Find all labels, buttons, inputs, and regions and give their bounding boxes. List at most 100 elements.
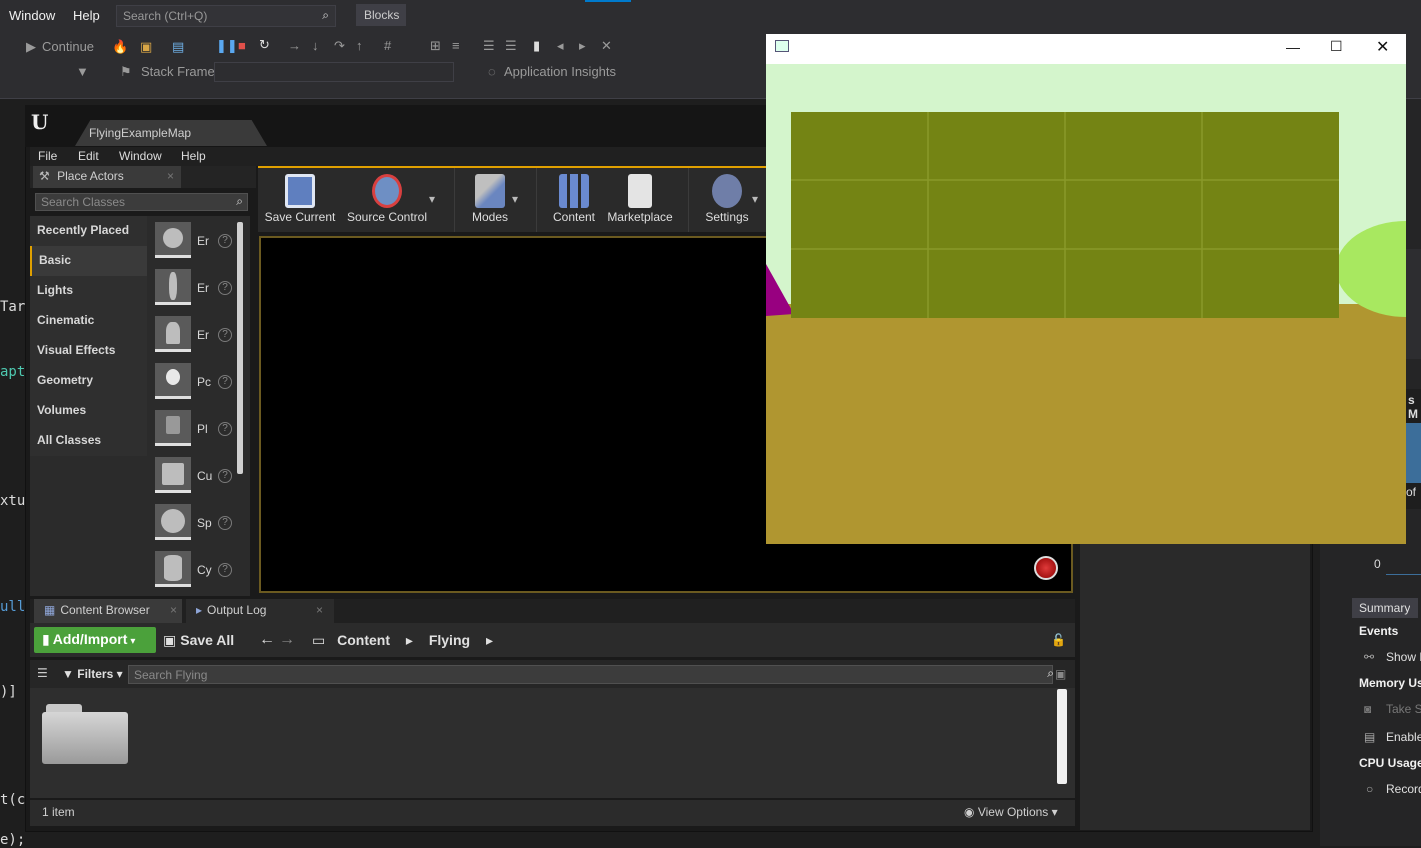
pause-icon[interactable]: ❚❚ xyxy=(216,38,238,54)
category-basic[interactable]: Basic xyxy=(30,246,147,276)
minimize-button[interactable]: — xyxy=(1286,39,1300,55)
help-icon[interactable]: ? xyxy=(218,375,232,389)
prev-bookmark-icon[interactable]: ◂ xyxy=(557,38,564,54)
actor-item[interactable]: Cu? xyxy=(153,455,235,499)
clear-bookmarks-icon[interactable]: ✕ xyxy=(601,38,612,54)
category-cinematic[interactable]: Cinematic xyxy=(30,306,147,336)
folder-icon[interactable]: ▣ xyxy=(140,39,152,55)
restart-icon[interactable]: ↻ xyxy=(259,37,270,53)
content-button[interactable]: Content xyxy=(548,170,600,232)
game-canvas[interactable] xyxy=(766,64,1406,544)
save-all-button[interactable]: ▣ Save All xyxy=(163,632,234,649)
step-out-icon[interactable]: ↑ xyxy=(356,38,363,53)
menu-window[interactable]: Window xyxy=(9,8,55,23)
chevron-down-icon[interactable]: ▾ xyxy=(429,192,435,206)
lock-icon[interactable]: 🔓 xyxy=(1051,633,1066,647)
tab-output-log[interactable]: ▸ Output Log × xyxy=(186,599,334,623)
add-import-button[interactable]: ▮ Add/Import ▾ xyxy=(34,627,156,653)
show-next-icon[interactable]: → xyxy=(288,38,301,53)
app-insights-button[interactable]: Application Insights xyxy=(504,64,616,79)
category-lights[interactable]: Lights xyxy=(30,276,147,306)
show-events-link[interactable]: Show E xyxy=(1386,650,1421,664)
help-icon[interactable]: ? xyxy=(218,281,232,295)
category-visual-effects[interactable]: Visual Effects xyxy=(30,336,147,366)
marketplace-button[interactable]: Marketplace xyxy=(606,170,674,232)
vs-search-input[interactable]: Search (Ctrl+Q) ⌕ xyxy=(116,5,336,27)
tab-place-actors[interactable]: ⚒ Place Actors × xyxy=(33,166,181,188)
menu-edit[interactable]: Edit xyxy=(78,149,99,163)
map-tab[interactable]: FlyingExampleMap xyxy=(75,120,267,146)
close-icon[interactable]: × xyxy=(167,169,174,183)
asset-scrollbar[interactable] xyxy=(1057,689,1067,784)
step-over-icon[interactable]: ↷ xyxy=(334,38,345,54)
forward-arrow-icon[interactable]: → xyxy=(279,631,295,649)
enable-heap-button[interactable]: Enable xyxy=(1386,730,1421,744)
help-icon[interactable]: ? xyxy=(218,422,232,436)
source-control-button[interactable]: Source Control xyxy=(344,170,430,232)
close-icon[interactable]: × xyxy=(170,603,177,617)
help-icon[interactable]: ? xyxy=(218,469,232,483)
menu-window[interactable]: Window xyxy=(119,149,162,163)
record-profile-button[interactable]: Record xyxy=(1386,782,1421,796)
help-icon[interactable]: ? xyxy=(218,328,232,342)
asset-search-input[interactable]: Search Flying ⌕ xyxy=(128,665,1054,684)
actor-item[interactable]: Cy? xyxy=(153,549,235,593)
outdent-icon[interactable]: ☰ xyxy=(505,38,517,54)
stack-icon[interactable]: ≡ xyxy=(452,38,460,53)
settings-button[interactable]: Settings xyxy=(698,170,756,232)
actor-item[interactable]: Er? xyxy=(153,267,235,311)
record-icon[interactable] xyxy=(1034,556,1058,580)
modes-button[interactable]: Modes xyxy=(462,170,518,232)
breadcrumb-flying[interactable]: Flying xyxy=(429,632,470,648)
category-all-classes[interactable]: All Classes xyxy=(30,426,147,456)
menu-help[interactable]: Help xyxy=(73,8,100,23)
actor-item[interactable]: Er? xyxy=(153,314,235,358)
menu-file[interactable]: File xyxy=(38,149,57,163)
hot-reload-icon[interactable]: 🔥 xyxy=(112,39,128,55)
indent-icon[interactable]: ☰ xyxy=(483,38,495,54)
back-arrow-icon[interactable]: ← xyxy=(259,631,275,649)
category-recently-placed[interactable]: Recently Placed xyxy=(30,216,147,246)
bookmark-icon[interactable]: ▮ xyxy=(533,38,540,54)
item-count: 1 item xyxy=(42,805,75,819)
save-search-icon[interactable]: ▣ xyxy=(1055,667,1066,681)
stop-icon[interactable]: ■ xyxy=(238,38,246,53)
view-options-button[interactable]: ◉ View Options ▾ xyxy=(964,805,1058,819)
save-current-button[interactable]: Save Current xyxy=(262,170,338,232)
stack-frame-select[interactable] xyxy=(214,62,454,82)
chevron-right-icon[interactable]: ▸ xyxy=(486,632,493,648)
flag-icon[interactable]: ⚑ xyxy=(120,64,132,80)
continue-icon[interactable]: ▶ xyxy=(26,39,36,55)
category-geometry[interactable]: Geometry xyxy=(30,366,147,396)
maximize-button[interactable]: ☐ xyxy=(1330,38,1343,55)
actor-list-scrollbar[interactable] xyxy=(237,222,243,474)
breadcrumb-content[interactable]: Content xyxy=(337,632,390,648)
sources-panel-icon[interactable]: ☰ xyxy=(37,666,48,680)
help-icon[interactable]: ? xyxy=(218,234,232,248)
actor-item[interactable]: Pc? xyxy=(153,361,235,405)
class-search-input[interactable]: Search Classes ⌕ xyxy=(35,193,248,211)
filter-icon[interactable]: ▼ xyxy=(76,64,89,79)
step-into-icon[interactable]: ↓ xyxy=(312,38,319,53)
next-bookmark-icon[interactable]: ▸ xyxy=(579,38,586,54)
close-button[interactable]: ✕ xyxy=(1376,37,1389,57)
chevron-down-icon[interactable]: ▾ xyxy=(752,192,758,206)
actor-item[interactable]: Pl? xyxy=(153,408,235,452)
filters-button[interactable]: ▼ Filters ▾ xyxy=(62,667,123,681)
threads-icon[interactable]: ⊞ xyxy=(430,38,441,54)
hex-icon[interactable]: # xyxy=(384,38,391,53)
continue-button[interactable]: Continue xyxy=(42,39,94,54)
menu-help[interactable]: Help xyxy=(181,149,206,163)
chevron-right-icon[interactable]: ▸ xyxy=(406,632,413,648)
chevron-down-icon[interactable]: ▾ xyxy=(512,192,518,206)
actor-item[interactable]: Sp? xyxy=(153,502,235,546)
help-icon[interactable]: ? xyxy=(218,563,232,577)
tab-content-browser[interactable]: ▦ Content Browser × xyxy=(34,599,182,623)
category-volumes[interactable]: Volumes xyxy=(30,396,147,426)
browser-icon[interactable]: ▤ xyxy=(172,39,184,55)
actor-item[interactable]: Er? xyxy=(153,220,235,264)
folder-icon[interactable] xyxy=(42,704,128,764)
help-icon[interactable]: ? xyxy=(218,516,232,530)
take-snapshot-button[interactable]: Take S xyxy=(1386,702,1421,716)
close-icon[interactable]: × xyxy=(316,603,323,617)
